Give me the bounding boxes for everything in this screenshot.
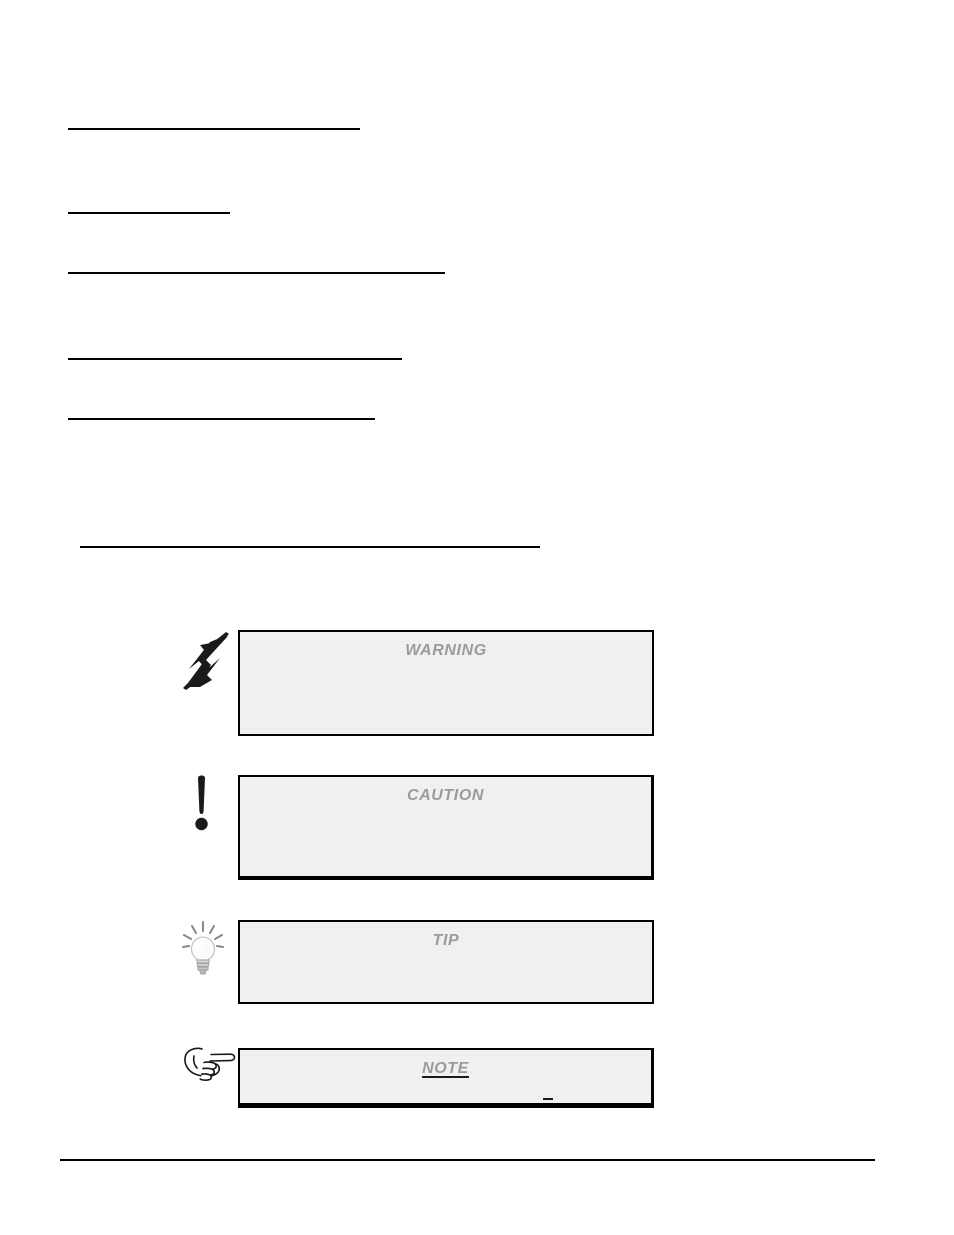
warning-box: WARNING — [238, 630, 654, 736]
lightbulb-icon — [180, 920, 232, 982]
pointing-hand-icon — [180, 1042, 236, 1090]
stray-dash-note-box — [543, 1098, 553, 1100]
caution-body-text — [240, 805, 651, 815]
note-title: NOTE — [422, 1060, 469, 1077]
caution-box: CAUTION — [238, 775, 654, 880]
tip-box: TIP — [238, 920, 654, 1004]
document-page: WARNING CAUTION TIP NOTE — [0, 0, 954, 1235]
exclamation-mark-icon — [180, 775, 232, 837]
lightning-bolt-icon — [180, 630, 232, 692]
note-box: NOTE — [238, 1048, 654, 1108]
caution-title: CAUTION — [406, 787, 485, 804]
footer-rule — [60, 1159, 875, 1161]
tip-title: TIP — [432, 932, 460, 949]
tip-body-text — [240, 950, 652, 960]
heading-rule-3 — [68, 272, 445, 274]
warning-body-text — [240, 660, 652, 670]
warning-title: WARNING — [405, 642, 487, 659]
heading-rule-4 — [68, 358, 402, 360]
heading-rule-2 — [68, 212, 230, 214]
heading-rule-1 — [68, 128, 360, 130]
heading-rule-5 — [68, 418, 375, 420]
note-body-text — [240, 1078, 651, 1088]
heading-rule-6 — [80, 546, 540, 548]
